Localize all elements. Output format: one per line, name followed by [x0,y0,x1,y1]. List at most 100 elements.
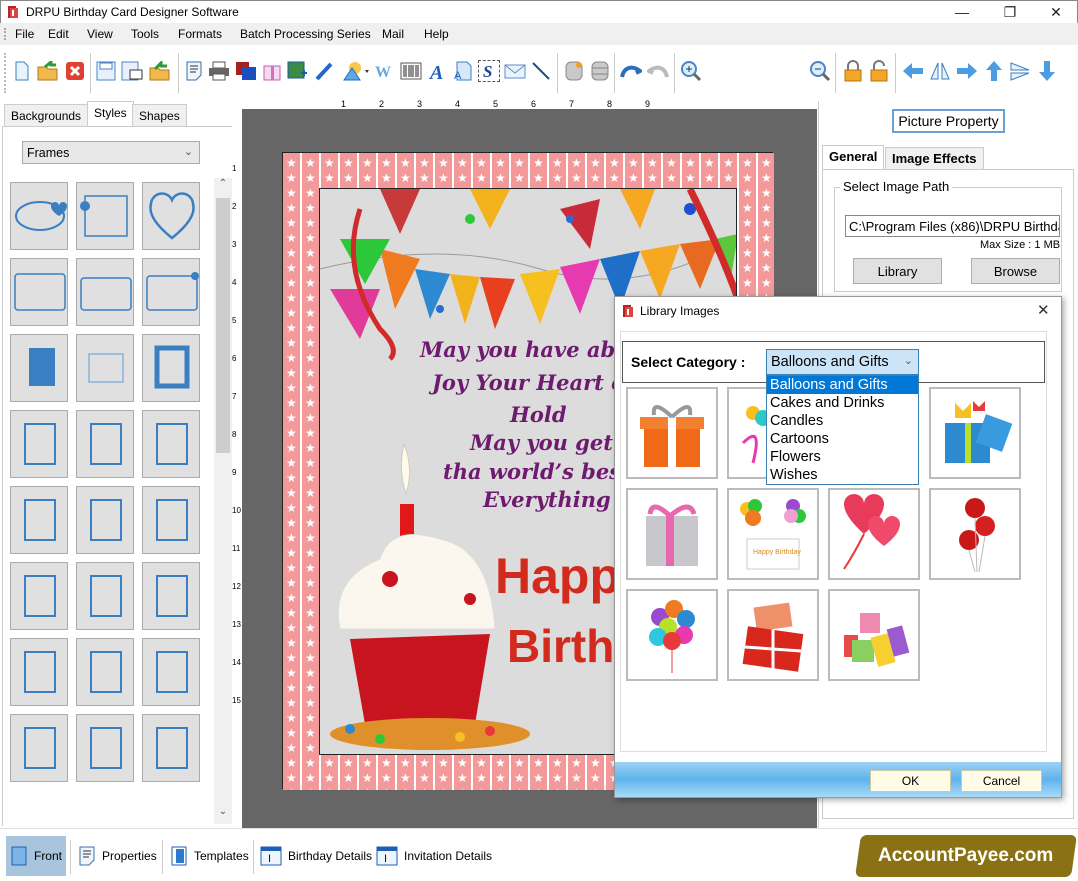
category-option[interactable]: Wishes [767,466,918,484]
category-option[interactable]: Flowers [767,448,918,466]
scrollbar-thumb[interactable] [216,198,230,453]
library-button[interactable]: Library [853,258,942,284]
menu-file[interactable]: File [15,27,34,41]
library-image-red-balloons[interactable] [929,488,1021,580]
watermark-button[interactable]: W [373,60,395,82]
open-button[interactable] [37,60,59,82]
move-right-button[interactable] [956,60,978,82]
move-left-button[interactable] [902,60,924,82]
save-button[interactable] [95,60,117,82]
frame-thumbnail[interactable] [76,562,134,630]
new-button[interactable] [11,60,33,82]
frame-thumbnail[interactable] [142,486,200,554]
scroll-up-icon[interactable]: ⌃ [214,178,232,196]
frame-thumbnail[interactable] [142,334,200,402]
undo-button[interactable] [620,60,642,82]
frame-thumbnail[interactable] [76,334,134,402]
restore-button[interactable]: ❐ [987,1,1033,23]
browse-button[interactable]: Browse [971,258,1060,284]
library-image-colorful-balloons[interactable] [626,589,718,681]
frame-thumbnail[interactable] [76,714,134,782]
library-image-red-gifts[interactable] [727,589,819,681]
ok-button[interactable]: OK [870,770,951,792]
shapes-dropdown-button[interactable] [340,60,370,82]
bottom-tab-front[interactable]: Front [6,836,66,876]
export-button[interactable] [149,60,171,82]
barcode-button[interactable] [400,60,422,82]
minimize-button[interactable]: — [939,1,985,23]
signature-button[interactable]: S [478,60,500,82]
library-image-orange-gift[interactable] [626,387,718,479]
frame-thumbnail[interactable] [10,638,68,706]
properties-button[interactable] [183,60,205,82]
frame-thumbnail[interactable] [10,562,68,630]
dialog-close-button[interactable]: ✕ [1037,301,1050,319]
frames-scrollbar[interactable]: ⌃ ⌄ [214,178,232,824]
frame-thumbnail[interactable] [76,638,134,706]
tab-backgrounds[interactable]: Backgrounds [4,104,89,126]
library-image-gift-pile[interactable] [828,589,920,681]
menu-help[interactable]: Help [424,27,449,41]
menu-formats[interactable]: Formats [178,27,222,41]
database-add-button[interactable] [563,60,585,82]
zoom-out-button[interactable] [809,60,831,82]
frame-thumbnail[interactable] [76,486,134,554]
bottom-tab-birthday-details[interactable]: I Birthday Details [256,836,376,876]
database-button[interactable] [589,60,611,82]
library-image-blue-gift-box[interactable] [929,387,1021,479]
library-image-heart-balloons[interactable] [828,488,920,580]
flip-horizontal-button[interactable] [929,60,951,82]
zoom-in-button[interactable] [680,60,702,82]
bottom-tab-properties[interactable]: Properties [74,836,161,876]
lock-button[interactable] [842,60,864,82]
bottom-tab-templates[interactable]: Templates [166,836,253,876]
frame-thumbnail[interactable] [10,714,68,782]
frame-thumbnail[interactable] [142,258,200,326]
bottom-tab-invitation-details[interactable]: I Invitation Details [372,836,496,876]
save-as-button[interactable] [121,60,143,82]
image-path-input[interactable]: C:\Program Files (x86)\DRPU Birthday Car… [845,215,1060,237]
tab-image-effects[interactable]: Image Effects [885,147,984,169]
unlock-button[interactable] [868,60,890,82]
gift-button[interactable] [261,60,283,82]
category-option[interactable]: Balloons and Gifts [767,376,918,394]
menu-mail[interactable]: Mail [382,27,404,41]
cancel-button[interactable]: Cancel [961,770,1042,792]
flip-vertical-button[interactable] [1009,60,1031,82]
menu-tools[interactable]: Tools [131,27,159,41]
scroll-down-icon[interactable]: ⌄ [214,806,232,824]
mail-button[interactable] [504,60,526,82]
tab-general[interactable]: General [822,145,885,169]
frame-thumbnail[interactable] [76,410,134,478]
tab-shapes[interactable]: Shapes [132,104,187,126]
menu-edit[interactable]: Edit [48,27,69,41]
pen-button[interactable] [313,60,335,82]
frame-thumbnail[interactable] [10,486,68,554]
library-image-balloons-banner[interactable]: Happy Birthday [727,488,819,580]
frame-thumbnail[interactable] [76,182,134,250]
text-doc-button[interactable]: A [452,60,474,82]
category-option[interactable]: Cakes and Drinks [767,394,918,412]
redo-button[interactable] [647,60,669,82]
library-image-pink-gift[interactable] [626,488,718,580]
category-select[interactable]: Balloons and Gifts ⌄ [766,349,919,375]
text-button[interactable]: A [426,60,448,82]
menu-batch-processing[interactable]: Batch Processing Series [240,27,371,41]
insert-image-button[interactable] [287,60,309,82]
print-button[interactable] [208,60,230,82]
frame-thumbnail[interactable] [10,182,68,250]
category-option[interactable]: Cartoons [767,430,918,448]
frame-thumbnail[interactable] [142,410,200,478]
frame-thumbnail[interactable] [10,410,68,478]
copy-pages-button[interactable] [235,60,257,82]
frame-thumbnail[interactable] [76,258,134,326]
tab-styles[interactable]: Styles [87,101,134,126]
line-button[interactable] [530,60,552,82]
close-document-button[interactable] [64,60,86,82]
cupcake-image[interactable] [320,439,550,755]
close-button[interactable]: ✕ [1033,1,1078,23]
menu-view[interactable]: View [87,27,113,41]
move-down-button[interactable] [1036,60,1058,82]
move-up-button[interactable] [983,60,1005,82]
frame-thumbnail[interactable] [142,638,200,706]
